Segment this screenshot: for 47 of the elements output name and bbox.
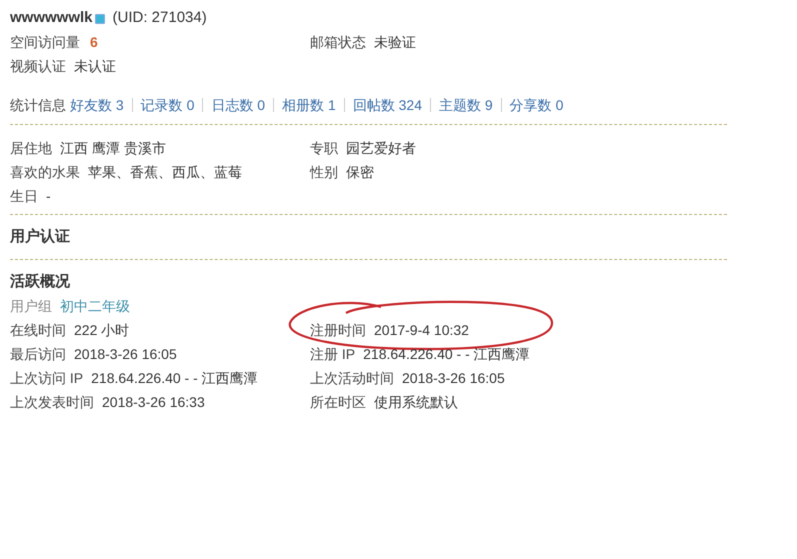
field-value: 2018-3-26 16:05 [402, 369, 505, 388]
field-value: 222 小时 [74, 321, 130, 340]
field-value: 园艺爱好者 [346, 139, 416, 158]
section-title: 活跃概况 [10, 272, 71, 292]
field-label: 生日 [10, 187, 38, 206]
field-value: - [46, 187, 51, 206]
field-label: 性别 [310, 163, 338, 182]
field-value: 2018-3-26 16:33 [102, 393, 205, 412]
status-icon [94, 14, 105, 24]
stat-link[interactable]: 好友数 3 [66, 98, 132, 112]
field-value: 2018-3-26 16:05 [74, 345, 177, 364]
field-value: 苹果、香蕉、西瓜、蓝莓 [88, 163, 242, 182]
field-label: 专职 [310, 139, 338, 158]
stat-link[interactable]: 分享数 0 [500, 98, 572, 112]
field-label: 在线时间 [10, 321, 66, 340]
stat-link[interactable]: 主题数 9 [430, 98, 501, 112]
section-title: 用户认证 [10, 215, 727, 260]
stats-label: 统计信息 [10, 96, 66, 115]
field-value: 218.64.226.40 - - 江西鹰潭 [91, 369, 258, 388]
field-value: 保密 [346, 163, 374, 182]
field-value: 218.64.226.40 - - 江西鹰潭 [363, 345, 530, 364]
field-label: 注册时间 [310, 321, 366, 340]
field-value: 2017-9-4 10:32 [374, 321, 469, 340]
field-label: 上次访问 IP [10, 369, 84, 388]
stat-link[interactable]: 记录数 0 [132, 98, 202, 112]
field-label: 上次发表时间 [10, 393, 94, 412]
field-label: 居住地 [10, 139, 52, 158]
field-label: 邮箱状态 [310, 33, 366, 52]
field-link[interactable]: 初中二年级 [60, 294, 130, 318]
field-label: 注册 IP [310, 345, 356, 364]
username: wwwwwwlk [10, 8, 93, 26]
field-label: 空间访问量 [10, 33, 80, 52]
field-value: 使用系统默认 [374, 393, 458, 412]
field-label: 视频认证 [10, 57, 66, 76]
field-value: 未验证 [374, 33, 416, 52]
field-label: 用户组 [10, 297, 52, 316]
stat-link[interactable]: 回帖数 324 [344, 98, 430, 112]
stat-link[interactable]: 日志数 0 [202, 98, 274, 112]
field-label: 最后访问 [10, 345, 66, 364]
field-value: 6 [90, 33, 98, 52]
user-id: (UID: 271034) [112, 8, 207, 26]
stat-link[interactable]: 相册数 1 [273, 98, 344, 112]
field-label: 上次活动时间 [310, 369, 394, 388]
field-value: 江西 鹰潭 贵溪市 [60, 139, 166, 158]
field-label: 所在时区 [310, 393, 366, 412]
field-label: 喜欢的水果 [10, 163, 80, 182]
field-value: 未认证 [74, 57, 116, 76]
